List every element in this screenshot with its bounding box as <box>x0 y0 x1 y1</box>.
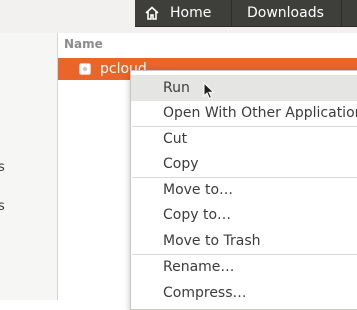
breadcrumb-downloads[interactable]: Downloads <box>232 0 342 26</box>
menu-item-run[interactable]: Run <box>131 75 357 101</box>
context-menu: Run Open With Other Application Cut Copy… <box>130 70 357 310</box>
breadcrumb-home-label: Home <box>170 5 212 21</box>
file-icon <box>79 63 91 75</box>
menu-item-move-to[interactable]: Move to… <box>131 177 357 203</box>
column-header-name[interactable]: Name <box>64 37 103 51</box>
sidebar-item-label[interactable]: s <box>0 199 5 214</box>
menu-item-open-with[interactable]: Open With Other Application <box>131 100 357 126</box>
breadcrumb-overflow <box>342 0 357 26</box>
home-icon <box>145 6 159 20</box>
mouse-pointer-icon <box>203 82 215 100</box>
breadcrumb-downloads-label: Downloads <box>247 5 324 21</box>
sidebar-item-label[interactable]: s <box>0 160 5 175</box>
menu-item-rename[interactable]: Rename… <box>131 254 357 280</box>
menu-item-copy-to[interactable]: Copy to… <box>131 202 357 228</box>
menu-item-copy[interactable]: Copy <box>131 151 357 177</box>
menu-item-compress[interactable]: Compress… <box>131 280 357 306</box>
menu-item-cut[interactable]: Cut <box>131 126 357 152</box>
breadcrumb: Home Downloads <box>135 0 357 27</box>
breadcrumb-home[interactable]: Home <box>135 0 232 26</box>
sidebar: s s <box>0 33 58 300</box>
menu-item-move-to-trash[interactable]: Move to Trash <box>131 228 357 254</box>
toolbar: Home Downloads <box>0 0 357 33</box>
